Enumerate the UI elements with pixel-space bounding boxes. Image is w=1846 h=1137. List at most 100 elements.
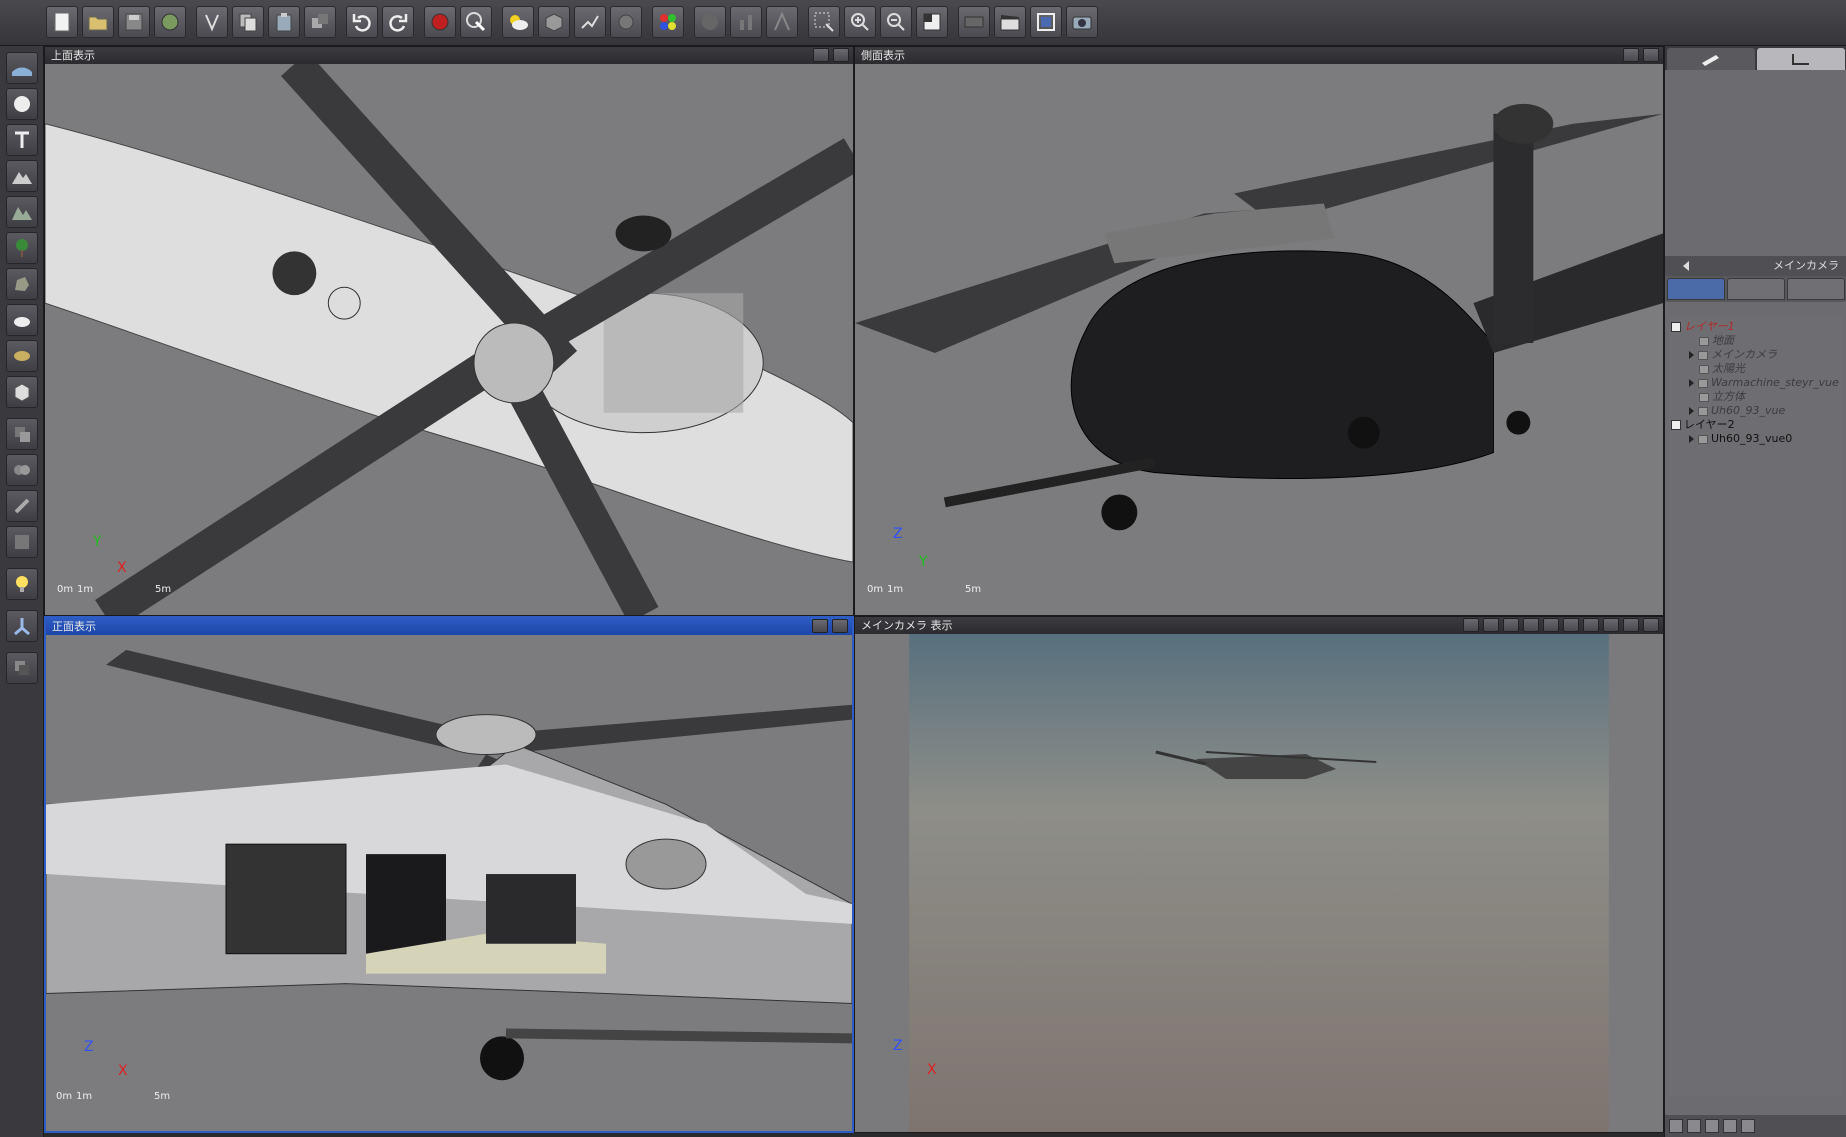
library-tab[interactable] — [1787, 278, 1845, 300]
layer-checkbox[interactable] — [1671, 420, 1681, 430]
metablob-icon[interactable] — [6, 454, 38, 486]
text-icon[interactable] — [6, 124, 38, 156]
maximize-icon[interactable] — [1463, 618, 1479, 632]
sphere-icon[interactable] — [694, 6, 726, 38]
material-icon[interactable] — [574, 6, 606, 38]
tree-item[interactable]: Uh60_93_vue — [1689, 404, 1785, 417]
tree-layer[interactable]: レイヤー2 — [1671, 418, 1735, 431]
camera-control-icon[interactable] — [1623, 618, 1639, 632]
brush-icon[interactable] — [610, 6, 642, 38]
open-folder-icon[interactable] — [82, 6, 114, 38]
clapboard-icon[interactable] — [994, 6, 1026, 38]
layers-icon[interactable] — [6, 652, 38, 684]
new-layer-icon[interactable] — [1669, 1119, 1683, 1133]
frame-icon[interactable] — [1030, 6, 1062, 38]
atmosphere-icon[interactable] — [502, 6, 534, 38]
object-library-icon[interactable] — [538, 6, 570, 38]
viewport-canvas[interactable]: Z X — [855, 634, 1663, 1132]
options-icon[interactable] — [1741, 1119, 1755, 1133]
camera-control-icon[interactable] — [1563, 618, 1579, 632]
tree-item[interactable]: 立方体 — [1699, 390, 1745, 403]
plant-icon[interactable] — [6, 340, 38, 372]
render-area-icon[interactable] — [460, 6, 492, 38]
rock-icon[interactable] — [6, 268, 38, 300]
viewport-side[interactable]: 側面表示 Z Y 0m 1m 5m — [854, 46, 1664, 616]
camera-selector[interactable]: メインカメラ — [1665, 256, 1846, 276]
group-icon[interactable] — [6, 526, 38, 558]
copy-icon[interactable] — [232, 6, 264, 38]
viewport-title: 側面表示 — [861, 49, 905, 62]
terrain-icon[interactable] — [6, 52, 38, 84]
mountain-alt-icon[interactable] — [6, 196, 38, 228]
fit-view-icon[interactable] — [916, 6, 948, 38]
tree-icon[interactable] — [6, 232, 38, 264]
maximize-icon[interactable] — [813, 48, 829, 62]
expand-arrow-icon[interactable] — [1689, 435, 1694, 443]
objects-tab[interactable] — [1667, 278, 1725, 300]
save-icon[interactable] — [118, 6, 150, 38]
expand-arrow-icon[interactable] — [1689, 407, 1694, 415]
camera-control-icon[interactable] — [1503, 618, 1519, 632]
render-icon[interactable] — [424, 6, 456, 38]
tree-item[interactable]: メインカメラ — [1689, 348, 1777, 361]
viewport-title: メインカメラ 表示 — [861, 619, 953, 632]
sphere-icon[interactable] — [6, 88, 38, 120]
animation-icon[interactable] — [958, 6, 990, 38]
camera-control-icon[interactable] — [1603, 618, 1619, 632]
viewport-front[interactable]: 正面表示 Z X 0m 1m 5m — [44, 616, 854, 1133]
maximize-icon[interactable] — [1623, 48, 1639, 62]
layer-checkbox[interactable] — [1671, 322, 1681, 332]
undo-icon[interactable] — [346, 6, 378, 38]
import-icon[interactable] — [154, 6, 186, 38]
paste-icon[interactable] — [268, 6, 300, 38]
delete-icon[interactable] — [1687, 1119, 1701, 1133]
tree-item-label: 地面 — [1712, 334, 1734, 347]
zoom-region-icon[interactable] — [808, 6, 840, 38]
duplicate-icon[interactable] — [304, 6, 336, 38]
tree-item[interactable]: 地面 — [1699, 334, 1734, 347]
move-up-icon[interactable] — [1705, 1119, 1719, 1133]
edit-tab[interactable] — [1667, 48, 1755, 70]
camera-control-icon[interactable] — [1643, 618, 1659, 632]
camera-icon[interactable] — [1066, 6, 1098, 38]
tree-item[interactable]: Uh60_93_vue0 — [1689, 432, 1792, 445]
export-icon[interactable] — [196, 6, 228, 38]
view-options-icon[interactable] — [833, 48, 849, 62]
camera-control-icon[interactable] — [1543, 618, 1559, 632]
redo-icon[interactable] — [382, 6, 414, 38]
camera-control-icon[interactable] — [1583, 618, 1599, 632]
tree-layer[interactable]: レイヤー1 — [1671, 320, 1735, 333]
bars-icon[interactable] — [730, 6, 762, 38]
viewport-top[interactable]: 上面表示 Y X 0m 1m 5m — [44, 46, 854, 616]
viewport-canvas[interactable]: Y X 0m 1m 5m — [45, 64, 853, 615]
light-icon[interactable] — [766, 6, 798, 38]
sizes-tab[interactable] — [1757, 48, 1845, 70]
viewport-canvas[interactable]: Z X 0m 1m 5m — [46, 635, 852, 1131]
boolean-icon[interactable] — [6, 418, 38, 450]
object-type-icon — [1699, 392, 1709, 402]
tree-item[interactable]: 太陽光 — [1699, 362, 1745, 375]
camera-control-icon[interactable] — [1523, 618, 1539, 632]
viewport-canvas[interactable]: Z Y 0m 1m 5m — [855, 64, 1663, 615]
view-options-icon[interactable] — [1483, 618, 1499, 632]
materials-tab[interactable] — [1727, 278, 1785, 300]
link-icon[interactable] — [6, 490, 38, 522]
viewport-camera[interactable]: メインカメラ 表示 Z X — [854, 616, 1664, 1133]
expand-arrow-icon[interactable] — [1689, 351, 1694, 359]
mountain-icon[interactable] — [6, 160, 38, 192]
zoom-out-icon[interactable] — [880, 6, 912, 38]
view-options-icon[interactable] — [1643, 48, 1659, 62]
tree-item[interactable]: Warmachine_steyr_vue — [1689, 376, 1839, 389]
move-down-icon[interactable] — [1723, 1119, 1737, 1133]
expand-arrow-icon[interactable] — [1689, 379, 1694, 387]
cube-icon[interactable] — [6, 376, 38, 408]
light-bulb-icon[interactable] — [6, 568, 38, 600]
maximize-icon[interactable] — [812, 619, 828, 633]
cloud-icon[interactable] — [6, 304, 38, 336]
view-options-icon[interactable] — [832, 619, 848, 633]
gizmo-icon[interactable] — [6, 610, 38, 642]
color-balls-icon[interactable] — [652, 6, 684, 38]
zoom-in-icon[interactable] — [844, 6, 876, 38]
new-document-icon[interactable] — [46, 6, 78, 38]
chevron-left-icon[interactable] — [1683, 261, 1689, 271]
